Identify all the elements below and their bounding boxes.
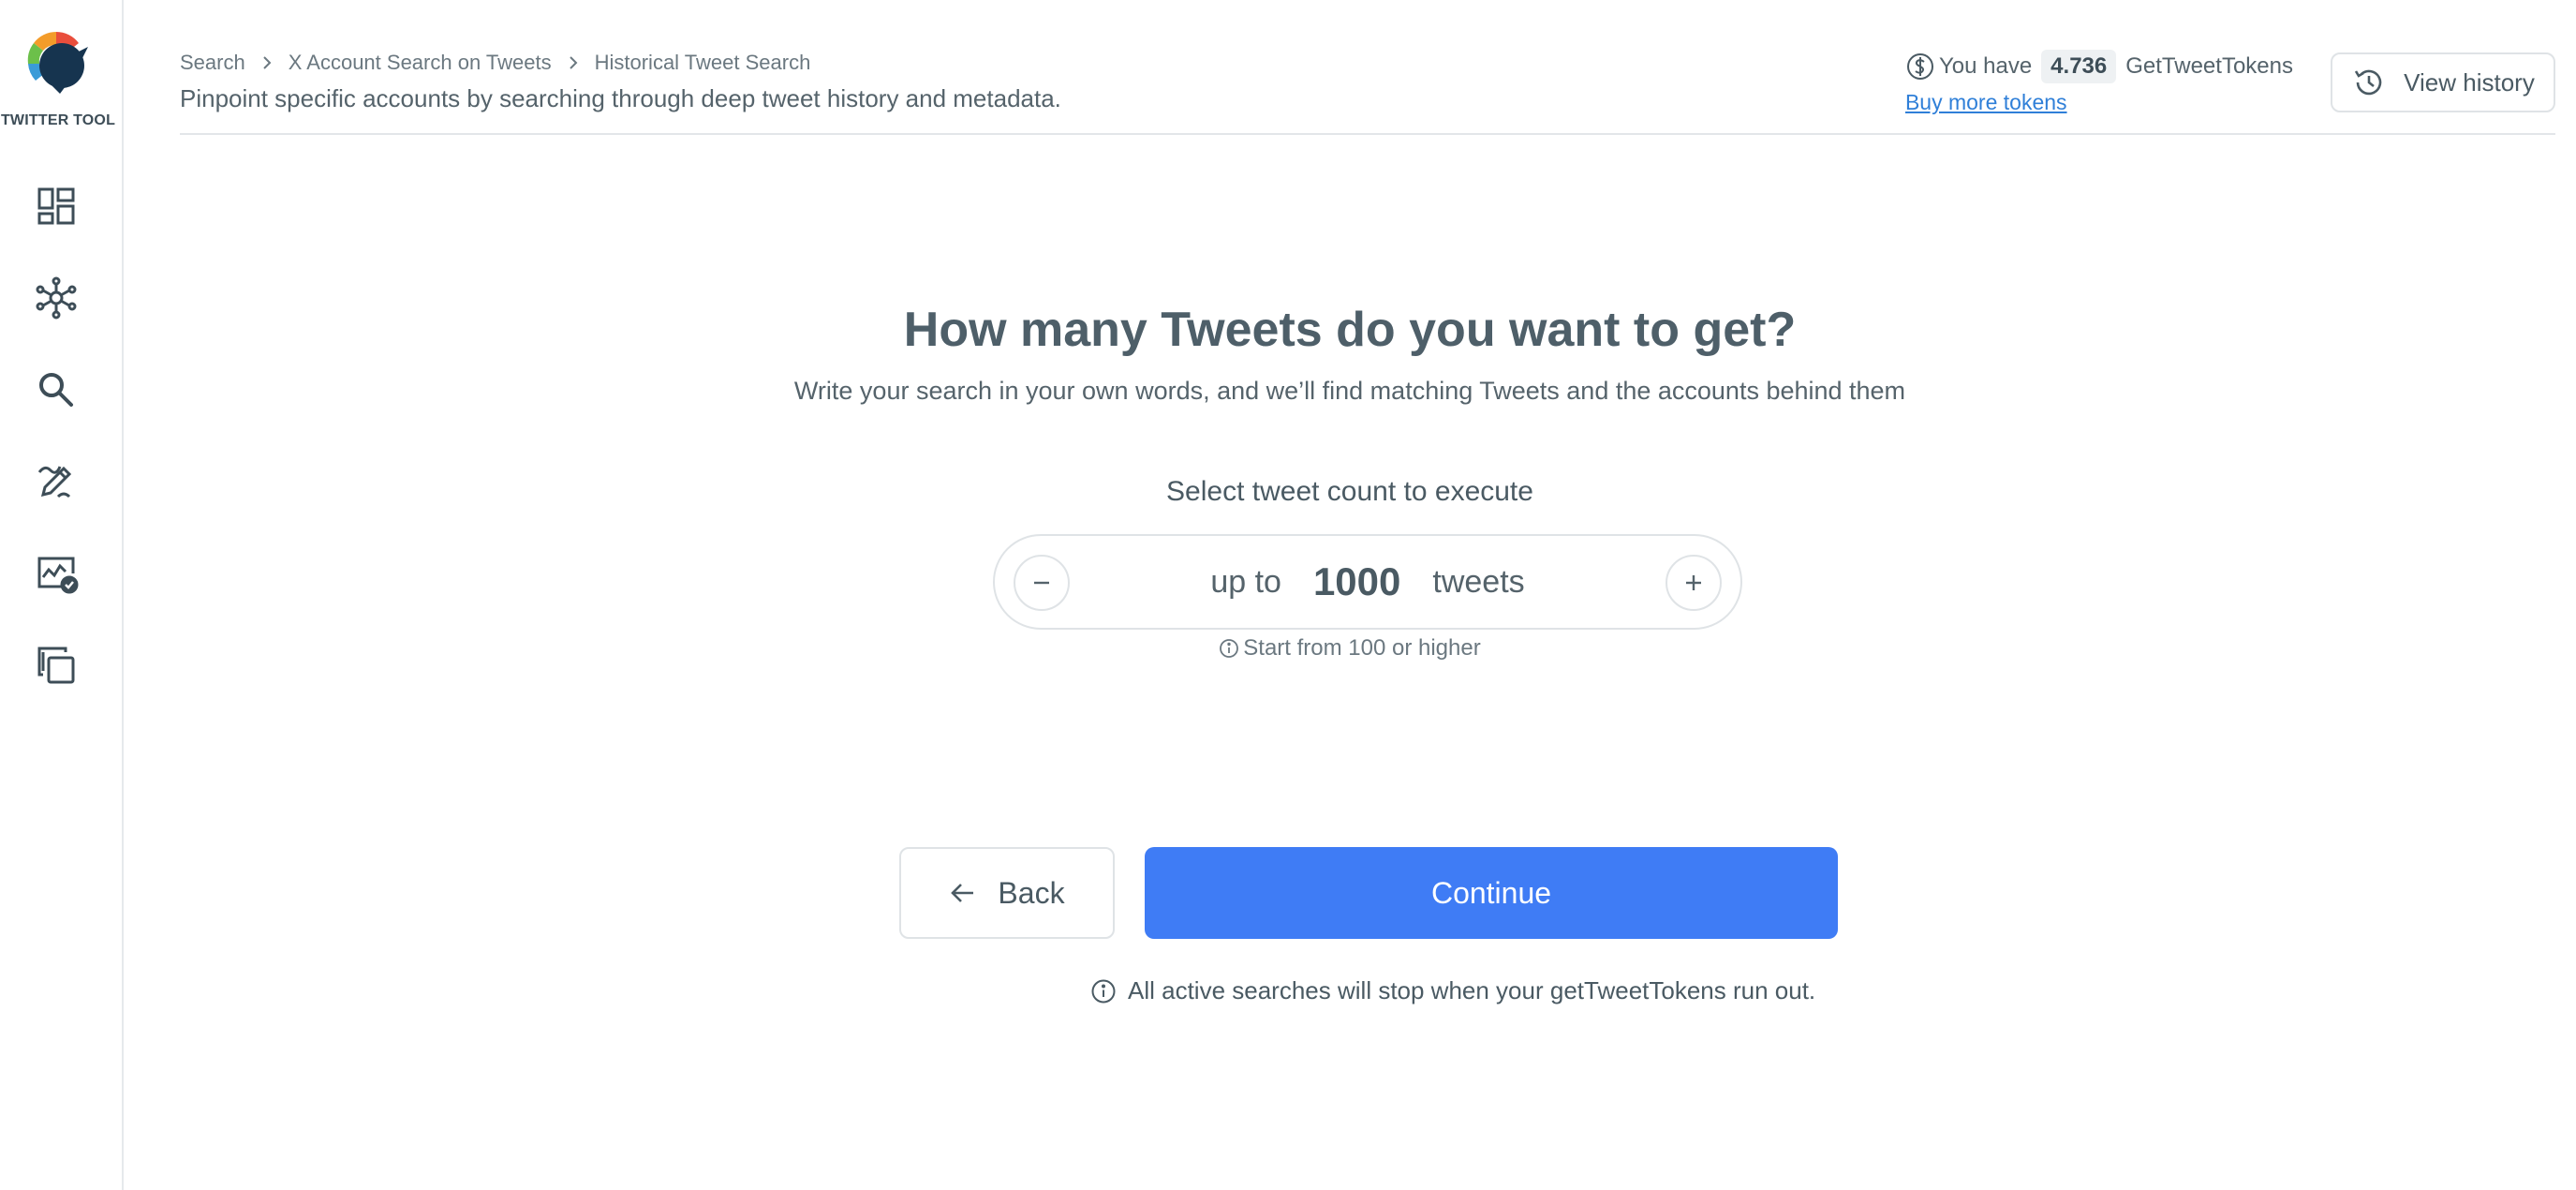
nav-network[interactable] — [28, 270, 84, 326]
chevron-right-icon — [565, 54, 582, 71]
tweet-count-label: Select tweet count to execute — [1166, 476, 1533, 507]
back-button[interactable]: Back — [899, 847, 1115, 939]
view-history-label: View history — [2404, 67, 2535, 97]
page-description: Write your search in your own words, and… — [793, 377, 1906, 405]
breadcrumb-item-account-search[interactable]: X Account Search on Tweets — [289, 51, 552, 75]
page-subtitle: Pinpoint specific accounts by searching … — [180, 84, 1061, 112]
analytics-icon — [37, 557, 79, 594]
nav-copy[interactable] — [28, 637, 84, 693]
nav-search[interactable] — [28, 362, 84, 418]
breadcrumb-item-historical[interactable]: Historical Tweet Search — [595, 51, 811, 75]
page-header: Search X Account Search on Tweets Histor… — [180, 0, 2555, 135]
app-logo[interactable] — [22, 26, 90, 101]
token-balance: You have 4.736 GetTweetTokens Buy more t… — [1905, 49, 2293, 115]
tokens-notice: All active searches will stop when your … — [1090, 976, 1815, 1005]
back-label: Back — [998, 875, 1065, 910]
hint-text: Start from 100 or higher — [1243, 635, 1481, 661]
stepper-suffix: tweets — [1432, 563, 1525, 600]
brand-name: TWITTER TOOL — [0, 112, 116, 128]
continue-button[interactable]: Continue — [1145, 847, 1838, 939]
token-prefix: You have — [1938, 53, 2033, 79]
breadcrumb-item-search[interactable]: Search — [180, 51, 245, 75]
chevron-right-icon — [259, 54, 275, 71]
buy-tokens-link[interactable]: Buy more tokens — [1905, 90, 2293, 115]
increment-button[interactable] — [1666, 555, 1722, 611]
search-icon — [39, 373, 73, 407]
copy-icon — [37, 647, 75, 684]
tweet-count-stepper: up to 1000 tweets — [993, 534, 1742, 630]
nav-dashboard[interactable] — [28, 178, 84, 234]
notice-text: All active searches will stop when your … — [1128, 976, 1816, 1004]
page-title: How many Tweets do you want to get? — [903, 303, 1797, 357]
decrement-button[interactable] — [1014, 555, 1070, 611]
tweet-count-hint: Start from 100 or higher — [124, 635, 2576, 662]
info-icon — [1220, 639, 1239, 658]
token-amount: 4.736 — [2041, 50, 2117, 83]
dashboard-icon — [37, 187, 75, 225]
stepper-display: up to 1000 tweets — [995, 536, 1740, 628]
stepper-prefix: up to — [1210, 563, 1281, 600]
nav-edit[interactable] — [28, 454, 84, 510]
breadcrumb: Search X Account Search on Tweets Histor… — [180, 51, 810, 75]
network-icon — [36, 276, 77, 320]
history-icon — [2355, 69, 2382, 96]
nav-analytics[interactable] — [28, 545, 84, 602]
tweet-count-value[interactable]: 1000 — [1313, 559, 1400, 604]
plus-icon — [1686, 575, 1701, 590]
minus-icon — [1034, 581, 1049, 585]
token-unit: GetTweetTokens — [2125, 53, 2293, 79]
coin-icon — [1906, 53, 1933, 80]
edit-icon — [37, 466, 72, 498]
arrow-left-icon — [951, 884, 974, 902]
view-history-button[interactable]: View history — [2331, 52, 2555, 112]
info-icon — [1091, 979, 1116, 1003]
sidebar: TWITTER TOOL — [0, 0, 124, 1190]
